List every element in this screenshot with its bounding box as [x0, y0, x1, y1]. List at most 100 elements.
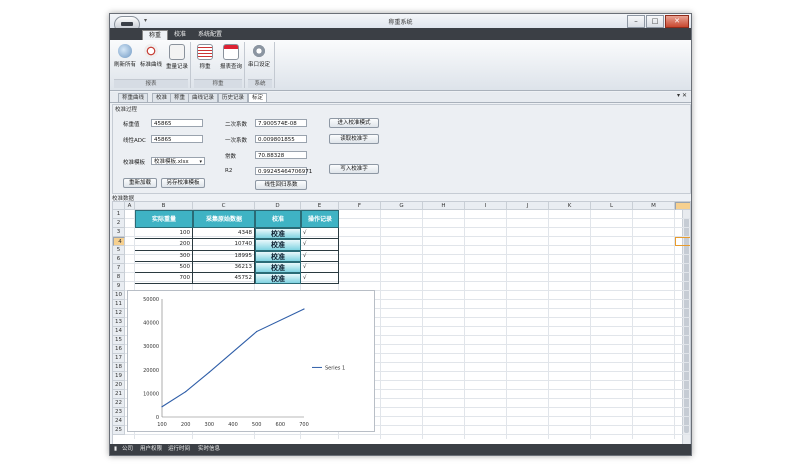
row-header[interactable]: 3: [113, 228, 125, 237]
corner-cell[interactable]: [113, 202, 125, 210]
calibrate-button[interactable]: 校准: [255, 239, 301, 251]
table-header-cell[interactable]: 操作记录: [301, 210, 339, 228]
row-header[interactable]: 15: [113, 336, 125, 345]
row-header[interactable]: 2: [113, 219, 125, 228]
row-header[interactable]: 4: [113, 237, 125, 246]
column-header[interactable]: E: [301, 202, 339, 210]
table-header-cell[interactable]: 采集原始数据: [193, 210, 255, 228]
doc-tab-calibrate[interactable]: 标定: [248, 93, 268, 102]
linear-adc-field[interactable]: 45865: [151, 135, 203, 143]
column-header[interactable]: L: [591, 202, 633, 210]
r2-field[interactable]: 0.99245464706971: [255, 167, 312, 175]
spreadsheet[interactable]: ABCDEFGHIJKLMNO1234567891011121314151617…: [112, 201, 691, 446]
table-cell[interactable]: 200: [135, 239, 193, 251]
quadratic-coef-field[interactable]: 7.900574E-08: [255, 119, 307, 127]
maximize-button[interactable]: □: [646, 15, 664, 28]
column-header[interactable]: I: [465, 202, 507, 210]
write-calibration-word-button[interactable]: 写入校准字: [329, 164, 379, 174]
table-cell[interactable]: √: [301, 239, 339, 251]
doc-tab-controls[interactable]: ▾ ✕: [677, 92, 687, 99]
constant-field[interactable]: 70.88328: [255, 151, 307, 159]
doc-tab-calibration[interactable]: 校准: [152, 93, 172, 102]
ribbon: 刷新所有 标准曲线 重量记录 报表 称重 报表查询 称重 串口设定 系统: [110, 40, 691, 91]
row-header[interactable]: 16: [113, 345, 125, 354]
save-template-button[interactable]: 另存校准模板: [161, 178, 205, 188]
template-select[interactable]: 校准模板.xlsx ▾: [151, 157, 205, 165]
column-header[interactable]: G: [381, 202, 423, 210]
table-cell[interactable]: 18995: [193, 250, 255, 262]
column-header[interactable]: J: [507, 202, 549, 210]
table-cell[interactable]: 45752: [193, 273, 255, 285]
line-chart[interactable]: 0 10000 20000 30000 40000 50000 100 200 300 400 50…: [127, 290, 375, 433]
row-header[interactable]: 9: [113, 282, 125, 291]
doc-tab-weigh-curve[interactable]: 称重曲线: [118, 93, 149, 102]
row-header[interactable]: 21: [113, 390, 125, 399]
calibrate-button[interactable]: 校准: [255, 228, 301, 240]
row-header[interactable]: 13: [113, 318, 125, 327]
weigh-button[interactable]: 称重: [192, 44, 218, 70]
table-header-cell[interactable]: 校准: [255, 210, 301, 228]
row-header[interactable]: 14: [113, 327, 125, 336]
doc-tab-curve-record[interactable]: 曲线记录: [188, 93, 219, 102]
row-header[interactable]: 10: [113, 291, 125, 300]
linear-coef-field[interactable]: 0.009801855: [255, 135, 307, 143]
column-header[interactable]: A: [125, 202, 135, 210]
table-cell[interactable]: √: [301, 273, 339, 285]
row-header[interactable]: 19: [113, 372, 125, 381]
table-cell[interactable]: √: [301, 250, 339, 262]
table-cell[interactable]: √: [301, 228, 339, 240]
calibrate-button[interactable]: 校准: [255, 273, 301, 285]
row-header[interactable]: 12: [113, 309, 125, 318]
table-cell[interactable]: 10740: [193, 239, 255, 251]
row-header[interactable]: 23: [113, 408, 125, 417]
column-header[interactable]: H: [423, 202, 465, 210]
serial-settings-button[interactable]: 串口设定: [246, 44, 272, 68]
table-cell[interactable]: 36213: [193, 261, 255, 273]
calibrate-button[interactable]: 校准: [255, 250, 301, 262]
regression-coef-button[interactable]: 线性回归系数: [255, 180, 307, 190]
doc-tab-weigh[interactable]: 称重: [170, 93, 190, 102]
read-calibration-word-button[interactable]: 读取校准字: [329, 134, 379, 144]
tab-calibration[interactable]: 校准: [168, 30, 192, 40]
row-header[interactable]: 7: [113, 264, 125, 273]
column-header[interactable]: C: [193, 202, 255, 210]
table-cell[interactable]: √: [301, 261, 339, 273]
report-query-button[interactable]: 报表查询: [218, 44, 244, 70]
table-cell[interactable]: 700: [135, 273, 193, 285]
table-cell[interactable]: 100: [135, 228, 193, 240]
column-header[interactable]: B: [135, 202, 193, 210]
selected-cell[interactable]: [675, 237, 690, 246]
row-header[interactable]: 24: [113, 417, 125, 426]
row-header[interactable]: 1: [113, 210, 125, 219]
row-header[interactable]: 11: [113, 300, 125, 309]
close-button[interactable]: ✕: [665, 15, 689, 28]
standard-weight-field[interactable]: 45865: [151, 119, 203, 127]
row-header[interactable]: 8: [113, 273, 125, 282]
table-cell[interactable]: 300: [135, 250, 193, 262]
column-header[interactable]: D: [255, 202, 301, 210]
column-header[interactable]: K: [549, 202, 591, 210]
table-header-cell[interactable]: 实际重量: [135, 210, 193, 228]
tab-system-config[interactable]: 系统配置: [192, 30, 228, 40]
enter-calibration-mode-button[interactable]: 进入校准模式: [329, 118, 379, 128]
row-header[interactable]: 17: [113, 354, 125, 363]
column-header[interactable]: N: [675, 202, 690, 210]
quadratic-coef-label: 二次系数: [225, 122, 248, 128]
row-header[interactable]: 18: [113, 363, 125, 372]
row-header[interactable]: 25: [113, 426, 125, 435]
table-cell[interactable]: 500: [135, 261, 193, 273]
calibrate-button[interactable]: 校准: [255, 261, 301, 273]
refresh-all-button[interactable]: 刷新所有: [112, 44, 138, 68]
standard-curve-button[interactable]: 标准曲线: [138, 44, 164, 68]
table-cell[interactable]: 4348: [193, 228, 255, 240]
row-header[interactable]: 22: [113, 399, 125, 408]
row-header[interactable]: 6: [113, 255, 125, 264]
minimize-button[interactable]: –: [627, 15, 645, 28]
column-header[interactable]: F: [339, 202, 381, 210]
row-header[interactable]: 5: [113, 246, 125, 255]
reload-button[interactable]: 重新加载: [123, 178, 157, 188]
weight-record-button[interactable]: 重量记录: [164, 44, 190, 70]
row-header[interactable]: 20: [113, 381, 125, 390]
doc-tab-history[interactable]: 历史记录: [218, 93, 249, 102]
column-header[interactable]: M: [633, 202, 675, 210]
